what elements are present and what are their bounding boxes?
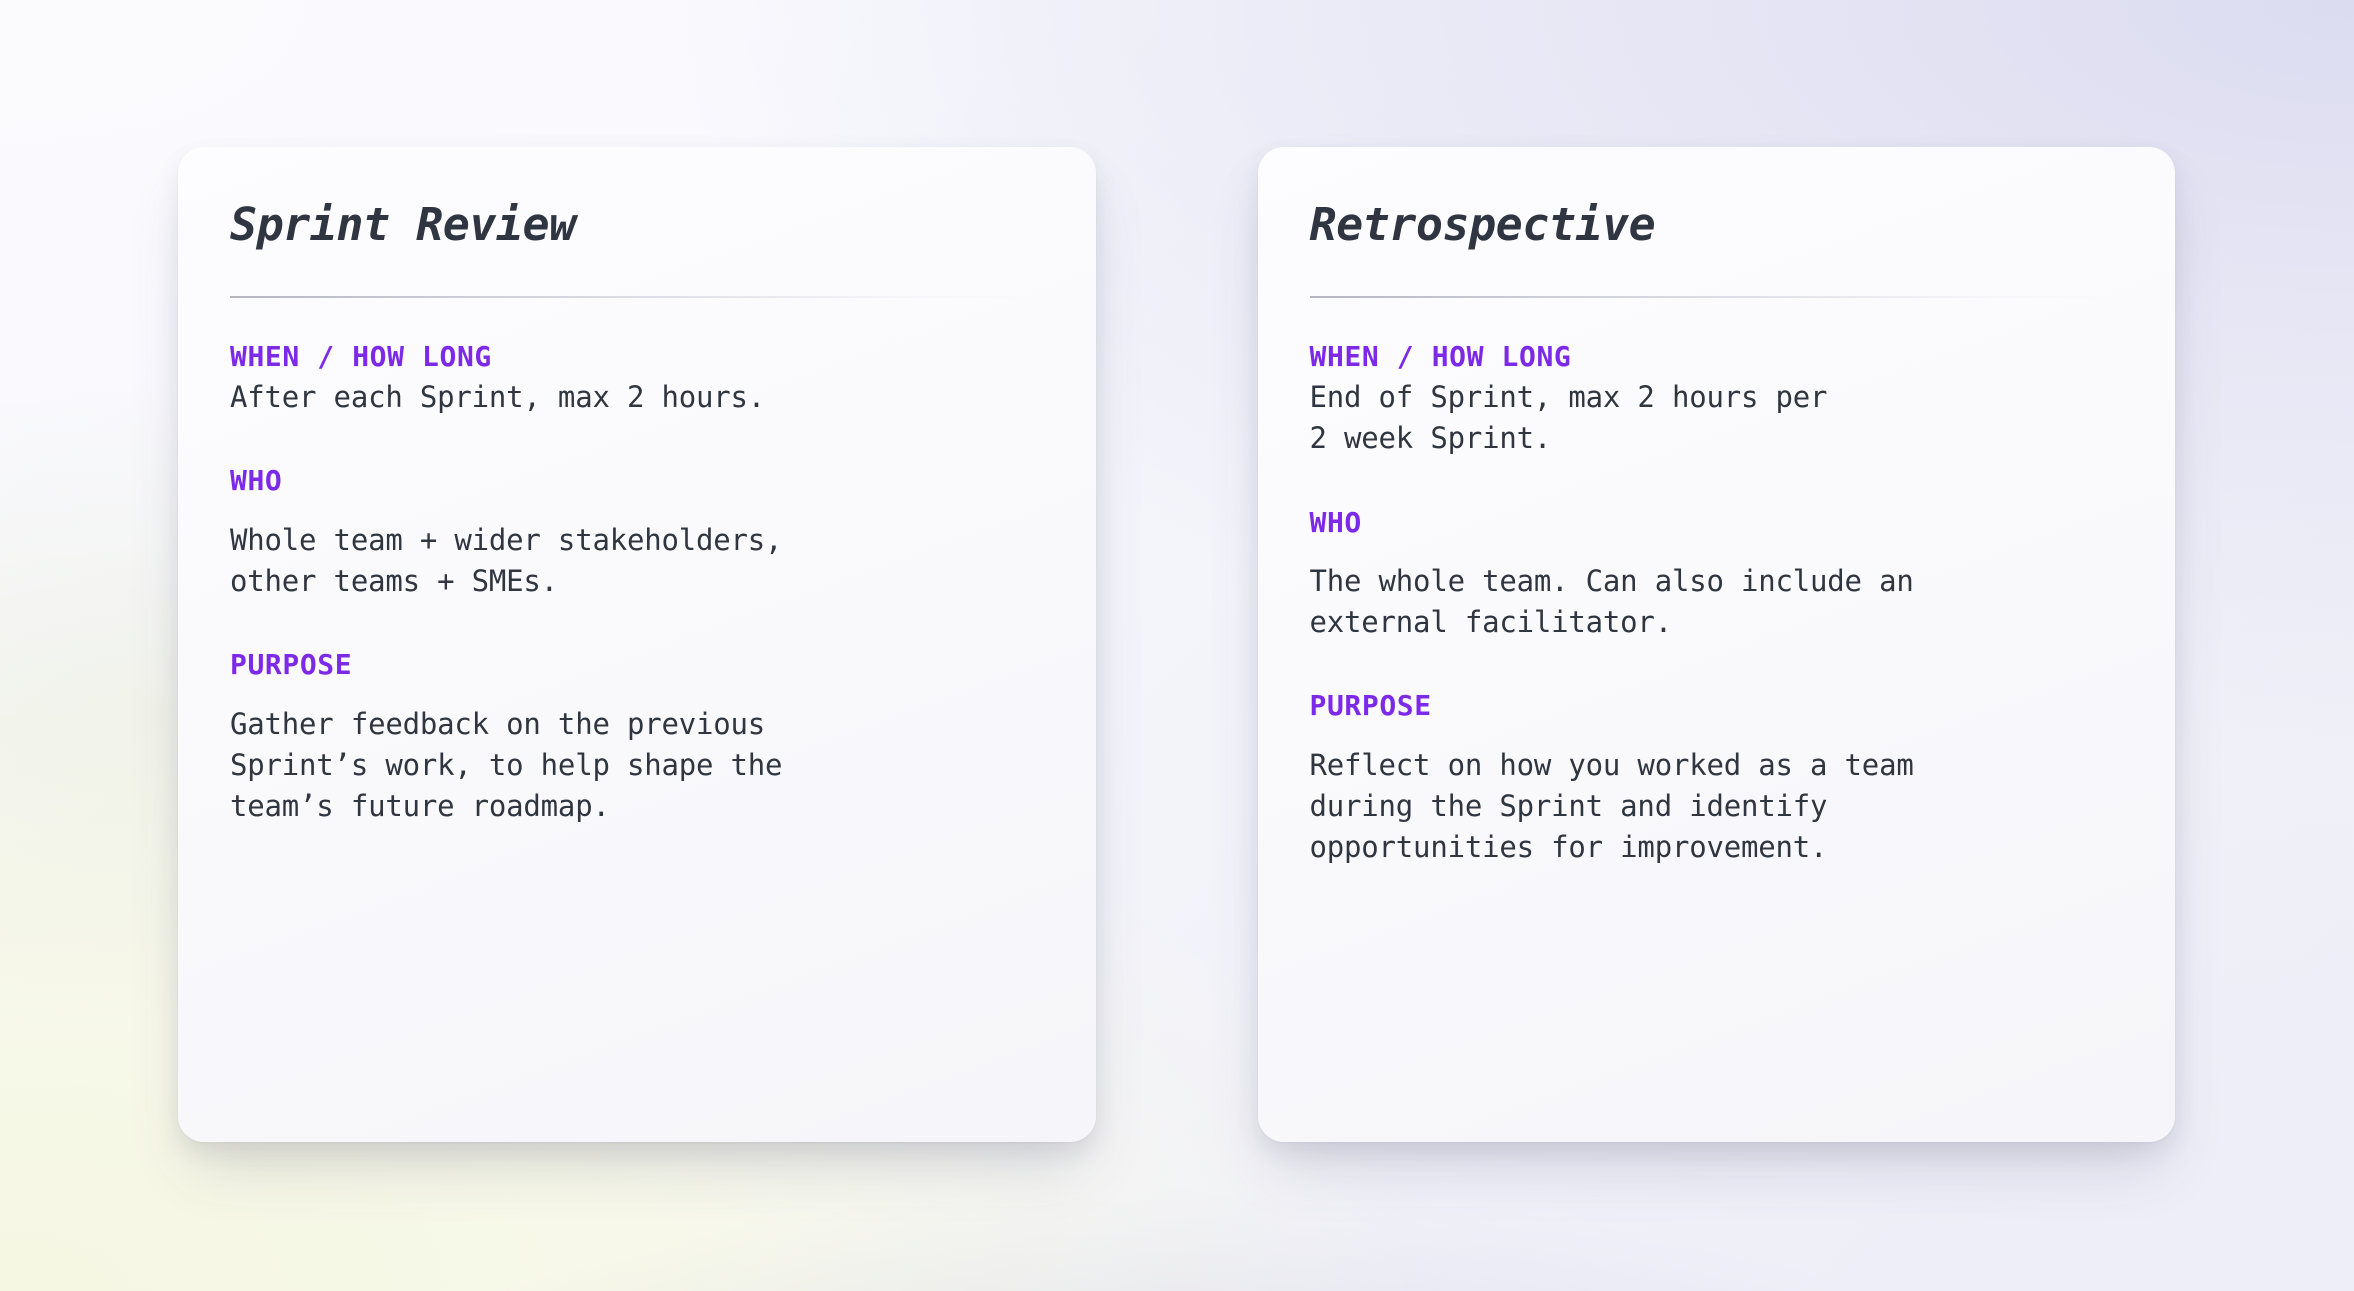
section-purpose: PURPOSE Gather feedback on the previous … bbox=[230, 648, 1044, 827]
section-label: WHO bbox=[1309, 505, 1362, 539]
title-divider bbox=[230, 295, 1044, 298]
section-body: Reflect on how you worked as a team duri… bbox=[1309, 748, 1914, 865]
info-card-sprint-review: Sprint Review WHEN / HOW LONG After each… bbox=[178, 147, 1096, 1142]
card-title: Sprint Review bbox=[230, 198, 576, 251]
section-body: End of Sprint, max 2 hours per 2 week Sp… bbox=[1309, 380, 1828, 456]
card-sections: WHEN / HOW LONG After each Sprint, max 2… bbox=[230, 340, 1044, 828]
section-who: WHO Whole team + wider stakeholders, oth… bbox=[230, 464, 1044, 602]
info-card-retrospective: Retrospective WHEN / HOW LONG End of Spr… bbox=[1257, 147, 2175, 1142]
section-purpose: PURPOSE Reflect on how you worked as a t… bbox=[1310, 689, 2124, 868]
card-sections: WHEN / HOW LONG End of Sprint, max 2 hou… bbox=[1310, 340, 2124, 869]
section-when-how-long: WHEN / HOW LONG End of Sprint, max 2 hou… bbox=[1310, 340, 2124, 460]
section-label: WHEN / HOW LONG bbox=[230, 339, 492, 373]
section-when-how-long: WHEN / HOW LONG After each Sprint, max 2… bbox=[230, 340, 1044, 419]
section-label: WHEN / HOW LONG bbox=[1309, 339, 1572, 373]
section-body: The whole team. Can also include an exte… bbox=[1309, 564, 1914, 640]
section-body: Whole team + wider stakeholders, other t… bbox=[230, 522, 783, 599]
section-who: WHO The whole team. Can also include an … bbox=[1310, 506, 2124, 644]
section-label: PURPOSE bbox=[230, 648, 353, 682]
section-label: WHO bbox=[230, 464, 283, 498]
card-grid: Sprint Review WHEN / HOW LONG After each… bbox=[0, 0, 2354, 1291]
card-title: Retrospective bbox=[1309, 198, 1656, 251]
title-divider bbox=[1309, 295, 2123, 298]
section-label: PURPOSE bbox=[1309, 689, 1432, 723]
section-body: Gather feedback on the previous Sprint’s… bbox=[230, 706, 783, 824]
section-body: After each Sprint, max 2 hours. bbox=[230, 380, 766, 415]
